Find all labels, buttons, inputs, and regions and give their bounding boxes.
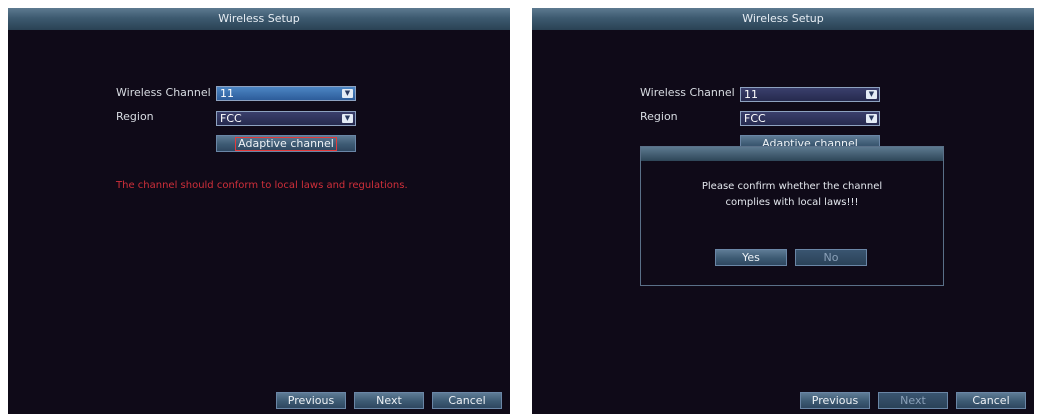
window-title: Wireless Setup [8, 8, 510, 30]
region-select[interactable]: FCC ▼ [216, 111, 356, 126]
wireless-setup-screen-left: Wireless Setup Wireless Channel 11 ▼ Reg… [8, 8, 510, 414]
region-label: Region [116, 110, 154, 123]
confirm-dialog: Please confirm whether the channel compl… [640, 146, 944, 286]
no-button[interactable]: No [795, 249, 867, 266]
dialog-message-line2: complies with local laws!!! [725, 197, 859, 208]
region-select[interactable]: FCC ▼ [740, 111, 880, 126]
wireless-channel-select[interactable]: 11 ▼ [216, 86, 356, 101]
wireless-channel-value: 11 [220, 87, 234, 100]
chevron-down-icon: ▼ [866, 90, 877, 99]
wireless-setup-screen-right: Wireless Setup Wireless Channel 11 ▼ Reg… [532, 8, 1034, 414]
adaptive-channel-button[interactable]: Adaptive channel [216, 135, 356, 152]
region-label: Region [640, 110, 678, 123]
cancel-button[interactable]: Cancel [432, 392, 502, 409]
yes-button[interactable]: Yes [715, 249, 787, 266]
next-button[interactable]: Next [878, 392, 948, 409]
dialog-titlebar [641, 147, 943, 161]
wireless-channel-value: 11 [744, 88, 758, 101]
cancel-button[interactable]: Cancel [956, 392, 1026, 409]
region-value: FCC [744, 112, 766, 125]
wireless-channel-label: Wireless Channel [640, 86, 735, 99]
chevron-down-icon: ▼ [342, 114, 353, 123]
chevron-down-icon: ▼ [866, 114, 877, 123]
region-value: FCC [220, 112, 242, 125]
adaptive-channel-label: Adaptive channel [235, 137, 337, 151]
dialog-message-line1: Please confirm whether the channel [701, 181, 883, 192]
chevron-down-icon: ▼ [342, 89, 353, 98]
previous-button[interactable]: Previous [800, 392, 870, 409]
window-title: Wireless Setup [532, 8, 1034, 30]
previous-button[interactable]: Previous [276, 392, 346, 409]
wireless-channel-label: Wireless Channel [116, 86, 211, 99]
next-button[interactable]: Next [354, 392, 424, 409]
wireless-channel-select[interactable]: 11 ▼ [740, 87, 880, 102]
warning-text: The channel should conform to local laws… [116, 180, 408, 191]
